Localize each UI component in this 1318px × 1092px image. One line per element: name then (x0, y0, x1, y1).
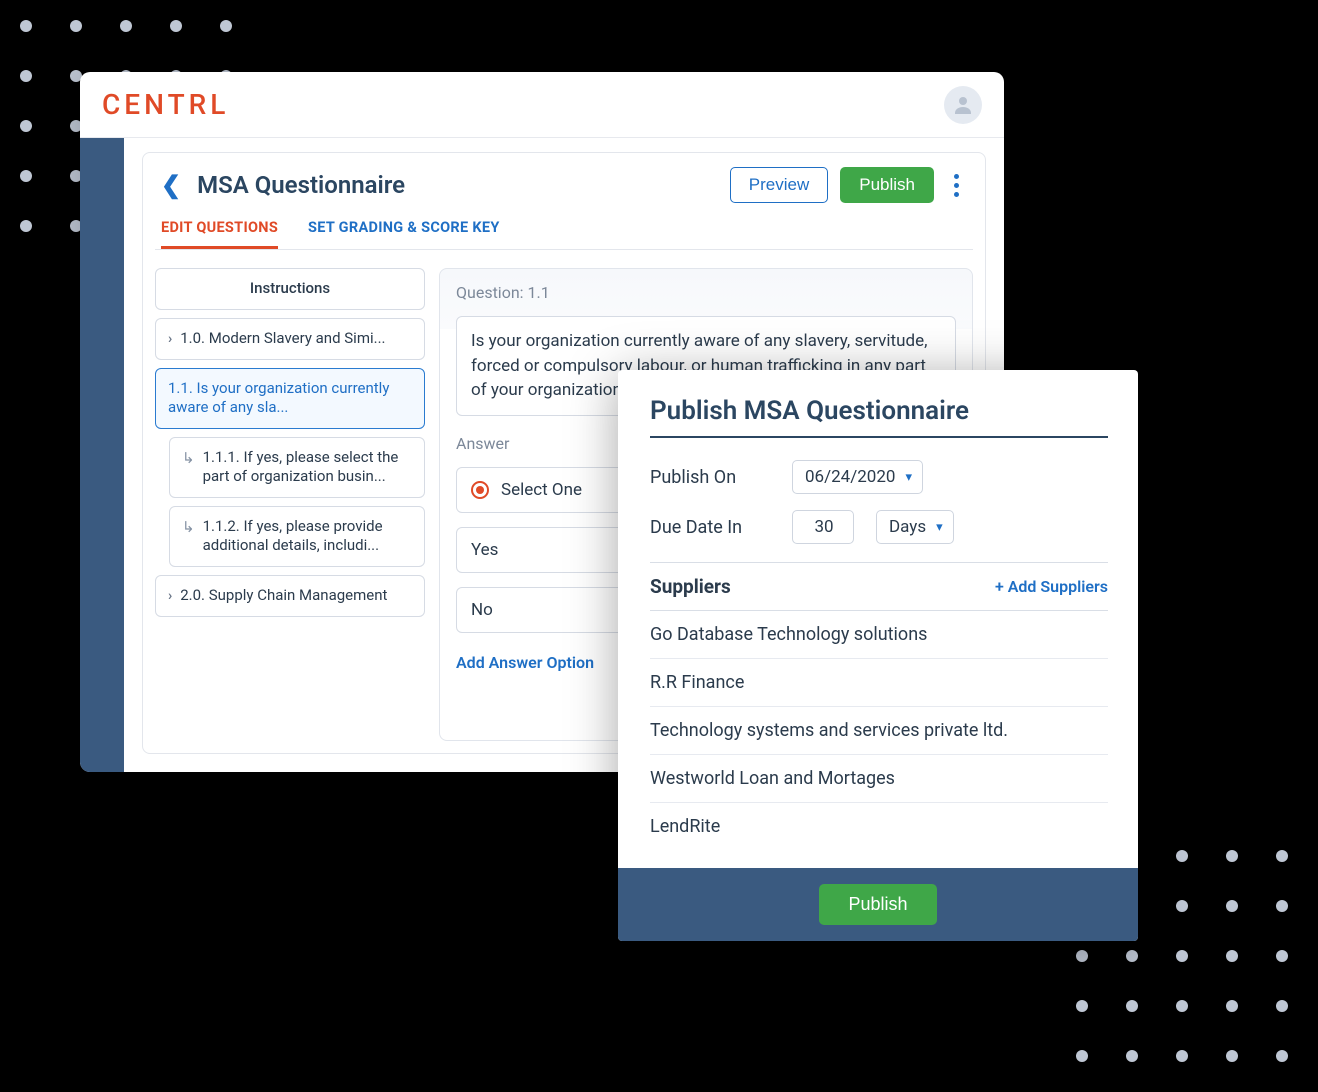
tree-item-1-1[interactable]: 1.1. Is your organization currently awar… (155, 368, 425, 429)
tab-edit-questions[interactable]: EDIT QUESTIONS (161, 213, 278, 249)
tree-item-1-1-2[interactable]: ↳ 1.1.2. If yes, please provide addition… (169, 506, 425, 567)
chevron-down-icon: ▾ (905, 470, 912, 485)
due-date-value: 30 (814, 517, 833, 537)
chevron-down-icon: ▾ (936, 520, 943, 535)
publish-modal-body: Publish MSA Questionnaire Publish On 06/… (618, 370, 1138, 868)
tree-item-2-0[interactable]: › 2.0. Supply Chain Management (155, 575, 425, 617)
page-title: MSA Questionnaire (197, 171, 405, 199)
child-arrow-icon: ↳ (182, 517, 195, 537)
tree-instructions[interactable]: Instructions (155, 268, 425, 310)
chevron-right-icon: › (168, 329, 172, 349)
user-icon (951, 93, 975, 117)
supplier-row[interactable]: Technology systems and services private … (650, 707, 1108, 755)
publish-button[interactable]: Publish (840, 167, 934, 203)
due-date-unit-select[interactable]: Days ▾ (876, 510, 954, 544)
tree-item-1-1-1[interactable]: ↳ 1.1.1. If yes, please select the part … (169, 437, 425, 498)
due-date-value-input[interactable]: 30 (792, 510, 854, 544)
preview-button[interactable]: Preview (730, 167, 828, 203)
header-actions: Preview Publish (730, 167, 967, 203)
tab-set-grading[interactable]: SET GRADING & SCORE KEY (308, 213, 500, 249)
question-number-label: Question: 1.1 (456, 283, 956, 302)
radio-icon (471, 481, 489, 499)
supplier-row[interactable]: Westworld Loan and Mortages (650, 755, 1108, 803)
publish-confirm-button[interactable]: Publish (819, 884, 936, 925)
child-arrow-icon: ↳ (182, 448, 195, 468)
tree-item-label: 1.1.2. If yes, please provide additional… (203, 517, 412, 556)
publish-modal: Publish MSA Questionnaire Publish On 06/… (618, 370, 1138, 941)
due-date-row: Due Date In 30 Days ▾ (650, 510, 1108, 544)
tree-instructions-label: Instructions (250, 279, 330, 299)
publish-on-row: Publish On 06/24/2020 ▾ (650, 460, 1108, 494)
tree-item-1-0[interactable]: › 1.0. Modern Slavery and Simi... (155, 318, 425, 360)
supplier-row[interactable]: Go Database Technology solutions (650, 611, 1108, 659)
tree-item-label: 1.1.1. If yes, please select the part of… (203, 448, 412, 487)
more-menu-button[interactable] (946, 168, 967, 203)
logo: CENTRL (102, 88, 229, 121)
add-suppliers-link[interactable]: + Add Suppliers (995, 577, 1108, 596)
suppliers-header: Suppliers + Add Suppliers (650, 562, 1108, 611)
question-tree: Instructions › 1.0. Modern Slavery and S… (155, 268, 425, 741)
publish-modal-footer: Publish (618, 868, 1138, 941)
answer-option-label: Yes (471, 540, 498, 560)
tree-item-label: 1.1. Is your organization currently awar… (168, 379, 412, 418)
publish-on-value: 06/24/2020 (805, 467, 895, 487)
answer-type-label: Select One (501, 480, 582, 500)
chevron-right-icon: › (168, 586, 172, 606)
answer-option-label: No (471, 600, 493, 620)
tabs: EDIT QUESTIONS SET GRADING & SCORE KEY (143, 213, 985, 249)
due-date-label: Due Date In (650, 517, 770, 538)
back-button[interactable]: ❮ (157, 169, 185, 201)
suppliers-title: Suppliers (650, 575, 731, 598)
title-group: ❮ MSA Questionnaire (157, 169, 405, 201)
due-date-unit: Days (889, 517, 926, 537)
avatar[interactable] (944, 86, 982, 124)
topbar: CENTRL (80, 72, 1004, 138)
tree-item-label: 2.0. Supply Chain Management (180, 586, 387, 606)
publish-modal-title: Publish MSA Questionnaire (650, 396, 1108, 438)
supplier-row[interactable]: LendRite (650, 803, 1108, 850)
tree-item-label: 1.0. Modern Slavery and Simi... (180, 329, 385, 349)
card-header: ❮ MSA Questionnaire Preview Publish (143, 153, 985, 213)
supplier-row[interactable]: R.R Finance (650, 659, 1108, 707)
side-rail (80, 138, 124, 772)
publish-on-datepicker[interactable]: 06/24/2020 ▾ (792, 460, 923, 494)
publish-on-label: Publish On (650, 467, 770, 488)
suppliers-list: Go Database Technology solutions R.R Fin… (650, 611, 1108, 850)
